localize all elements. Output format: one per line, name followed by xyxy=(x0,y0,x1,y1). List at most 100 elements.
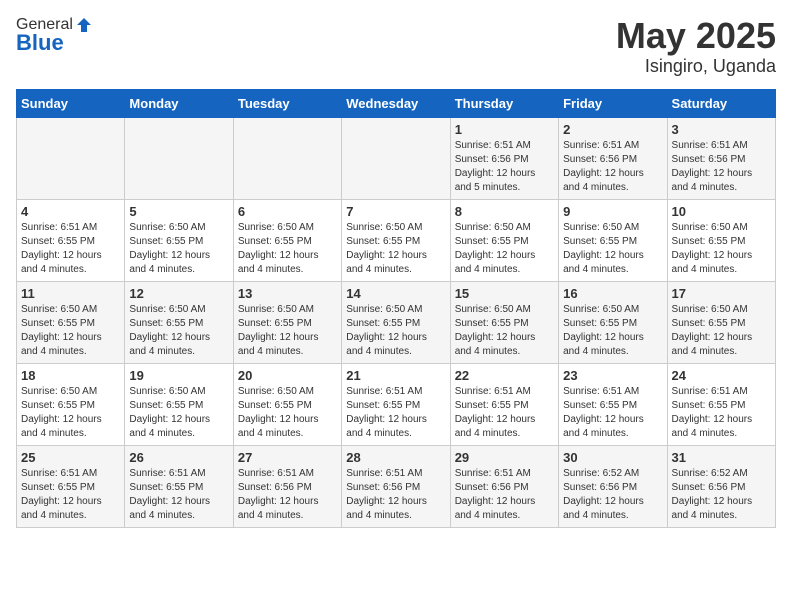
day-number: 4 xyxy=(21,204,120,219)
calendar-cell: 2Sunrise: 6:51 AM Sunset: 6:56 PM Daylig… xyxy=(559,117,667,199)
calendar-cell: 25 Sunrise: 6:51 AM Sunset: 6:55 PM Dayli… xyxy=(17,445,125,527)
day-number: 21 xyxy=(346,368,445,383)
calendar-cell: 18 Sunrise: 6:50 AM Sunset: 6:55 PM Dayli… xyxy=(17,363,125,445)
logo-icon xyxy=(75,16,93,34)
day-number: 1 xyxy=(455,122,554,137)
calendar-cell: 30 Sunrise: 6:52 AM Sunset: 6:56 PM Dayli… xyxy=(559,445,667,527)
day-number: 17 xyxy=(672,286,771,301)
day-info: Sunrise: 6:50 AM Sunset: 6:55 PM Dayligh… xyxy=(21,303,120,359)
calendar-cell: 11 Sunrise: 6:50 AM Sunset: 6:55 PM Dayli… xyxy=(17,281,125,363)
calendar-cell xyxy=(17,117,125,199)
calendar-cell: 23 Sunrise: 6:51 AM Sunset: 6:55 PM Dayli… xyxy=(559,363,667,445)
location-title: Isingiro, Uganda xyxy=(616,56,776,77)
day-info: Sunrise: 6:51 AM Sunset: 6:55 PM Dayligh… xyxy=(455,385,554,441)
day-number: 15 xyxy=(455,286,554,301)
day-info: Sunrise: 6:51 AM Sunset: 6:56 PM Dayligh… xyxy=(238,467,337,523)
weekday-header-thursday: Thursday xyxy=(450,89,558,117)
calendar-week-4: 18 Sunrise: 6:50 AM Sunset: 6:55 PM Dayli… xyxy=(17,363,776,445)
day-info: Sunrise: 6:51 AM Sunset: 6:56 PM Dayligh… xyxy=(346,467,445,523)
day-info: Sunrise: 6:51 AM Sunset: 6:55 PM Dayligh… xyxy=(129,467,228,523)
day-info: Sunrise: 6:50 AM Sunset: 6:55 PM Dayligh… xyxy=(455,221,554,277)
calendar-cell: 1 Sunrise: 6:51 AM Sunset: 6:56 PM Daylig… xyxy=(450,117,558,199)
calendar-week-3: 11 Sunrise: 6:50 AM Sunset: 6:55 PM Dayli… xyxy=(17,281,776,363)
weekday-header-wednesday: Wednesday xyxy=(342,89,450,117)
day-info: Sunrise: 6:50 AM Sunset: 6:55 PM Dayligh… xyxy=(672,303,771,359)
day-number: 26 xyxy=(129,450,228,465)
calendar-cell: 12 Sunrise: 6:50 AM Sunset: 6:55 PM Dayli… xyxy=(125,281,233,363)
month-title: May 2025 xyxy=(616,16,776,56)
day-number: 30 xyxy=(563,450,662,465)
page-header: General Blue May 2025 Isingiro, Uganda xyxy=(16,16,776,77)
calendar-cell: 22 Sunrise: 6:51 AM Sunset: 6:55 PM Dayli… xyxy=(450,363,558,445)
calendar-cell: 21 Sunrise: 6:51 AM Sunset: 6:55 PM Dayli… xyxy=(342,363,450,445)
day-number: 9 xyxy=(563,204,662,219)
calendar-cell: 26 Sunrise: 6:51 AM Sunset: 6:55 PM Dayli… xyxy=(125,445,233,527)
logo: General Blue xyxy=(16,16,93,56)
day-info: Sunrise: 6:50 AM Sunset: 6:55 PM Dayligh… xyxy=(563,221,662,277)
day-info: Sunrise: 6:51 AM Sunset: 6:55 PM Dayligh… xyxy=(21,467,120,523)
calendar-cell: 24 Sunrise: 6:51 AM Sunset: 6:55 PM Dayli… xyxy=(667,363,775,445)
calendar-cell: 28 Sunrise: 6:51 AM Sunset: 6:56 PM Dayli… xyxy=(342,445,450,527)
calendar-cell: 6Sunrise: 6:50 AM Sunset: 6:55 PM Daylig… xyxy=(233,199,341,281)
day-info: Sunrise: 6:51 AM Sunset: 6:55 PM Dayligh… xyxy=(346,385,445,441)
calendar-cell: 20Sunrise: 6:50 AM Sunset: 6:55 PM Dayli… xyxy=(233,363,341,445)
calendar-cell: 16Sunrise: 6:50 AM Sunset: 6:55 PM Dayli… xyxy=(559,281,667,363)
day-number: 23 xyxy=(563,368,662,383)
day-number: 22 xyxy=(455,368,554,383)
calendar-cell: 15 Sunrise: 6:50 AM Sunset: 6:55 PM Dayli… xyxy=(450,281,558,363)
day-info: Sunrise: 6:50 AM Sunset: 6:55 PM Dayligh… xyxy=(129,303,228,359)
calendar-table: SundayMondayTuesdayWednesdayThursdayFrid… xyxy=(16,89,776,528)
calendar-cell: 13Sunrise: 6:50 AM Sunset: 6:55 PM Dayli… xyxy=(233,281,341,363)
day-info: Sunrise: 6:51 AM Sunset: 6:55 PM Dayligh… xyxy=(563,385,662,441)
day-info: Sunrise: 6:50 AM Sunset: 6:55 PM Dayligh… xyxy=(129,385,228,441)
day-info: Sunrise: 6:50 AM Sunset: 6:55 PM Dayligh… xyxy=(346,221,445,277)
weekday-header-tuesday: Tuesday xyxy=(233,89,341,117)
calendar-cell: 8Sunrise: 6:50 AM Sunset: 6:55 PM Daylig… xyxy=(450,199,558,281)
day-info: Sunrise: 6:50 AM Sunset: 6:55 PM Dayligh… xyxy=(21,385,120,441)
calendar-cell: 19 Sunrise: 6:50 AM Sunset: 6:55 PM Dayli… xyxy=(125,363,233,445)
day-info: Sunrise: 6:51 AM Sunset: 6:56 PM Dayligh… xyxy=(455,139,554,195)
day-number: 10 xyxy=(672,204,771,219)
calendar-cell: 27 Sunrise: 6:51 AM Sunset: 6:56 PM Dayli… xyxy=(233,445,341,527)
calendar-cell xyxy=(342,117,450,199)
calendar-week-5: 25 Sunrise: 6:51 AM Sunset: 6:55 PM Dayli… xyxy=(17,445,776,527)
day-info: Sunrise: 6:51 AM Sunset: 6:56 PM Dayligh… xyxy=(455,467,554,523)
day-info: Sunrise: 6:51 AM Sunset: 6:55 PM Dayligh… xyxy=(672,385,771,441)
day-number: 25 xyxy=(21,450,120,465)
calendar-cell: 29 Sunrise: 6:51 AM Sunset: 6:56 PM Dayli… xyxy=(450,445,558,527)
day-number: 11 xyxy=(21,286,120,301)
calendar-cell: 7 Sunrise: 6:50 AM Sunset: 6:55 PM Daylig… xyxy=(342,199,450,281)
day-number: 29 xyxy=(455,450,554,465)
day-info: Sunrise: 6:50 AM Sunset: 6:55 PM Dayligh… xyxy=(238,221,337,277)
day-number: 7 xyxy=(346,204,445,219)
day-number: 28 xyxy=(346,450,445,465)
day-number: 27 xyxy=(238,450,337,465)
weekday-header-monday: Monday xyxy=(125,89,233,117)
calendar-cell: 5Sunrise: 6:50 AM Sunset: 6:55 PM Daylig… xyxy=(125,199,233,281)
weekday-header-friday: Friday xyxy=(559,89,667,117)
day-info: Sunrise: 6:50 AM Sunset: 6:55 PM Dayligh… xyxy=(346,303,445,359)
calendar-week-2: 4Sunrise: 6:51 AM Sunset: 6:55 PM Daylig… xyxy=(17,199,776,281)
weekday-header-sunday: Sunday xyxy=(17,89,125,117)
day-number: 3 xyxy=(672,122,771,137)
calendar-cell: 3 Sunrise: 6:51 AM Sunset: 6:56 PM Daylig… xyxy=(667,117,775,199)
day-number: 14 xyxy=(346,286,445,301)
calendar-cell xyxy=(233,117,341,199)
day-info: Sunrise: 6:50 AM Sunset: 6:55 PM Dayligh… xyxy=(455,303,554,359)
weekday-header-row: SundayMondayTuesdayWednesdayThursdayFrid… xyxy=(17,89,776,117)
day-info: Sunrise: 6:52 AM Sunset: 6:56 PM Dayligh… xyxy=(563,467,662,523)
weekday-header-saturday: Saturday xyxy=(667,89,775,117)
day-number: 12 xyxy=(129,286,228,301)
day-info: Sunrise: 6:51 AM Sunset: 6:56 PM Dayligh… xyxy=(672,139,771,195)
calendar-cell: 14 Sunrise: 6:50 AM Sunset: 6:55 PM Dayli… xyxy=(342,281,450,363)
day-number: 18 xyxy=(21,368,120,383)
day-number: 5 xyxy=(129,204,228,219)
day-number: 2 xyxy=(563,122,662,137)
day-number: 20 xyxy=(238,368,337,383)
day-number: 19 xyxy=(129,368,228,383)
title-block: May 2025 Isingiro, Uganda xyxy=(616,16,776,77)
day-info: Sunrise: 6:50 AM Sunset: 6:55 PM Dayligh… xyxy=(563,303,662,359)
calendar-week-1: 1 Sunrise: 6:51 AM Sunset: 6:56 PM Daylig… xyxy=(17,117,776,199)
day-number: 31 xyxy=(672,450,771,465)
day-number: 24 xyxy=(672,368,771,383)
